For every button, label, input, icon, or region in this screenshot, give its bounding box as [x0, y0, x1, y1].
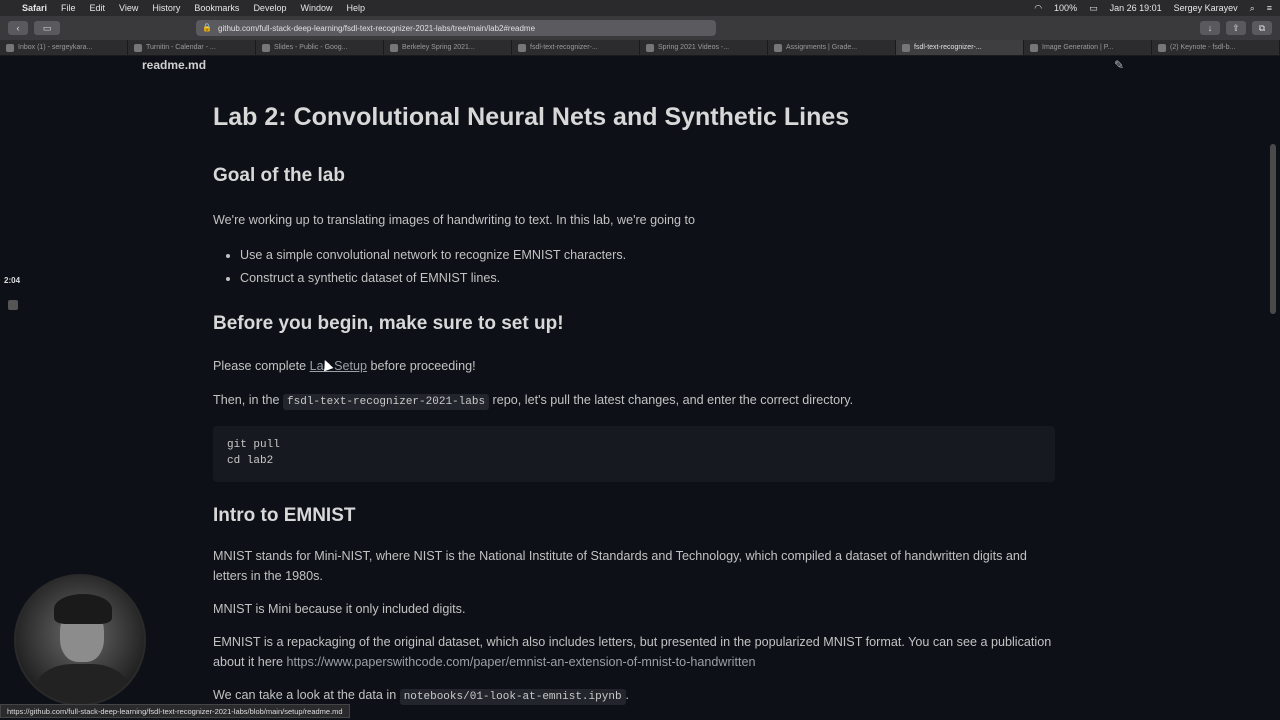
lab-setup-link[interactable]: Lab Setup — [310, 359, 367, 373]
tab-bar: Inbox (1) - sergeykara... Turnitin - Cal… — [0, 40, 1280, 56]
tab-6[interactable]: Assignments | Grade... — [768, 40, 896, 55]
intro-heading: Intro to EMNIST — [213, 505, 356, 526]
sidebar-button[interactable]: ▭ — [34, 21, 60, 35]
address-url: github.com/full-stack-deep-learning/fsdl… — [218, 23, 536, 33]
chevron-left-icon: ‹ — [16, 23, 20, 33]
menu-view[interactable]: View — [119, 3, 138, 13]
goal-list: Use a simple convolutional network to re… — [240, 244, 1055, 290]
lock-icon: 🔒 — [202, 23, 212, 32]
status-url-bar: https://github.com/full-stack-deep-learn… — [0, 704, 350, 718]
tab-1[interactable]: Turnitin - Calendar - ... — [128, 40, 256, 55]
then-paragraph: Then, in the fsdl-text-recognizer-2021-l… — [213, 393, 854, 410]
berkeley-icon — [390, 43, 398, 52]
notebook-code: notebooks/01-look-at-emnist.ipynb — [399, 689, 626, 705]
menu-file[interactable]: File — [61, 3, 76, 13]
github-icon — [518, 43, 526, 52]
tab-8[interactable]: Image Generation | P... — [1024, 40, 1152, 55]
readme-content: Lab 2: Convolutional Neural Nets and Syn… — [213, 100, 1055, 717]
edit-pencil-icon[interactable]: ✎ — [1114, 58, 1124, 72]
menu-history[interactable]: History — [152, 3, 180, 13]
share-button[interactable]: ⇪ — [1226, 21, 1246, 35]
paperswithcode-link[interactable]: https://www.paperswithcode.com/paper/emn… — [287, 655, 756, 669]
download-icon: ↓ — [1207, 23, 1213, 33]
search-icon[interactable]: ⌕ — [1250, 3, 1255, 14]
timer-text: 2:04 — [4, 276, 21, 285]
list-item: Use a simple convolutional network to re… — [240, 244, 1055, 267]
turnitin-icon — [134, 43, 142, 52]
drive-icon — [646, 43, 654, 52]
setup-paragraph: Please complete Lab Setup before proceed… — [213, 359, 476, 373]
tab-5[interactable]: Spring 2021 Videos -... — [640, 40, 768, 55]
emnist-paragraph: EMNIST is a repackaging of the original … — [213, 635, 1052, 669]
page-title: Lab 2: Convolutional Neural Nets and Syn… — [213, 103, 850, 131]
menu-help[interactable]: Help — [346, 3, 365, 13]
address-bar[interactable]: 🔒 github.com/full-stack-deep-learning/fs… — [196, 20, 716, 36]
mnist-mini-paragraph: MNIST is Mini because it only included d… — [213, 602, 466, 616]
menu-develop[interactable]: Develop — [253, 3, 286, 13]
webcam-hair — [54, 594, 112, 624]
menu-edit[interactable]: Edit — [90, 3, 106, 13]
goal-intro: We're working up to translating images o… — [213, 213, 695, 227]
repo-code: fsdl-text-recognizer-2021-labs — [283, 394, 490, 410]
page-scrollbar[interactable] — [1270, 144, 1276, 314]
tab-2[interactable]: Slides - Public - Goog... — [256, 40, 384, 55]
tabs-icon: ⧉ — [1258, 22, 1266, 33]
stop-square-icon[interactable] — [8, 300, 18, 310]
file-title: readme.md — [142, 58, 207, 72]
list-item: Construct a synthetic dataset of EMNIST … — [240, 267, 1055, 290]
code-block[interactable]: git pull cd lab2 — [213, 426, 1055, 482]
battery-text[interactable]: 100% — [1054, 3, 1077, 13]
webcam-body — [36, 664, 128, 704]
slides-icon — [262, 43, 270, 52]
control-center-icon[interactable]: ≡ — [1267, 3, 1272, 13]
tabs-overview-button[interactable]: ⧉ — [1252, 21, 1272, 35]
paperswithcode-icon — [1030, 43, 1038, 52]
goal-heading: Goal of the lab — [213, 165, 345, 186]
code-line: git pull — [227, 439, 280, 451]
tab-0[interactable]: Inbox (1) - sergeykara... — [0, 40, 128, 55]
menu-window[interactable]: Window — [300, 3, 332, 13]
download-button[interactable]: ↓ — [1200, 21, 1220, 35]
tab-7[interactable]: fsdl-text-recognizer-... — [896, 40, 1024, 55]
code-line: cd lab2 — [227, 455, 274, 467]
macos-menu-bar: Safari File Edit View History Bookmarks … — [0, 0, 1280, 16]
clock-text[interactable]: Jan 26 19:01 — [1110, 3, 1162, 13]
back-button[interactable]: ‹ — [8, 21, 28, 35]
user-name[interactable]: Sergey Karayev — [1174, 3, 1238, 13]
tab-3[interactable]: Berkeley Spring 2021... — [384, 40, 512, 55]
sidebar-icon: ▭ — [42, 22, 52, 33]
before-heading: Before you begin, make sure to set up! — [213, 313, 564, 334]
webcam-avatar — [14, 574, 146, 706]
readme-page: readme.md ✎ Lab 2: Convolutional Neural … — [0, 56, 1280, 720]
safari-toolbar: ‹ ▭ 🔒 github.com/full-stack-deep-learnin… — [0, 16, 1280, 40]
mnist-paragraph: MNIST stands for Mini-NIST, where NIST i… — [213, 549, 1027, 583]
wifi-icon[interactable]: ◠ — [1034, 3, 1042, 14]
share-icon: ⇪ — [1232, 22, 1240, 33]
battery-icon[interactable]: ▭ — [1089, 3, 1098, 14]
github-icon — [902, 43, 910, 52]
tab-4[interactable]: fsdl-text-recognizer-... — [512, 40, 640, 55]
menu-bookmarks[interactable]: Bookmarks — [194, 3, 239, 13]
menu-app[interactable]: Safari — [22, 3, 47, 13]
keynote-icon — [1158, 43, 1166, 52]
tab-9[interactable]: (2) Keynote - fsdl-b... — [1152, 40, 1280, 55]
gradescope-icon — [774, 43, 782, 52]
gmail-icon — [6, 43, 14, 52]
